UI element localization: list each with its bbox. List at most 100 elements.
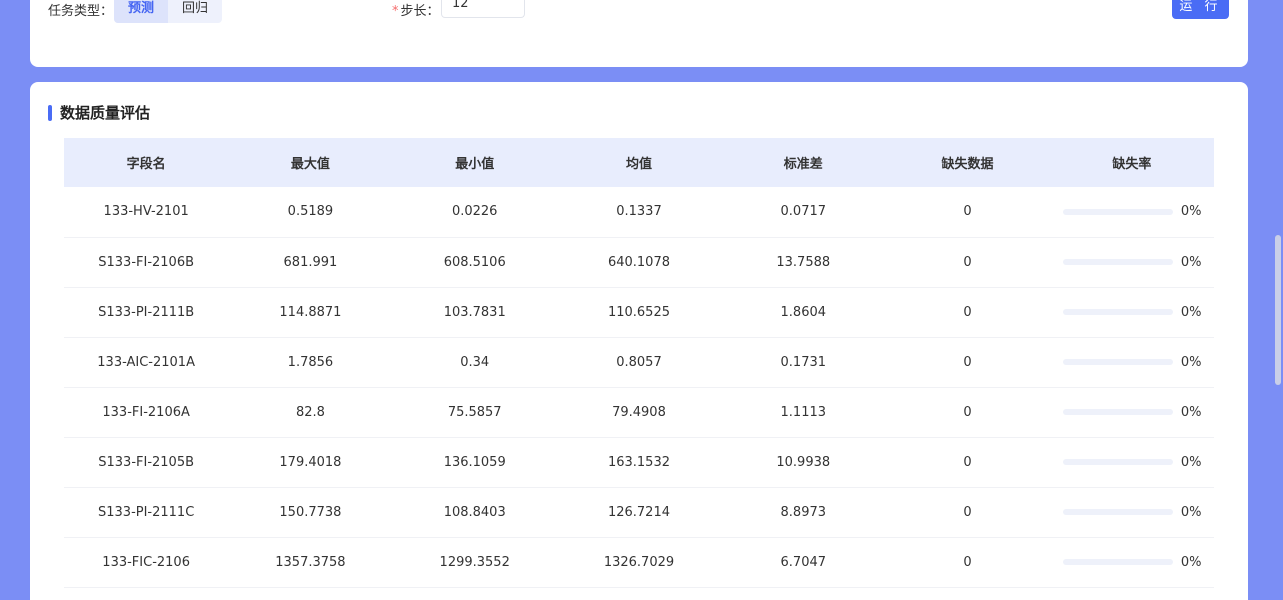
table-row: S133-PI-2111B 114.8871 103.7831 110.6525 1.8… bbox=[64, 287, 1214, 338]
cell-missing-count: 0 bbox=[885, 287, 1050, 338]
missing-rate-text: 0% bbox=[1180, 304, 1202, 320]
missing-rate-progress bbox=[1062, 309, 1173, 315]
cell-min: 1299.3552 bbox=[392, 537, 557, 588]
task-type-option-predict[interactable]: 预测 bbox=[114, 0, 169, 23]
quality-table: 字段名 最大值 最小值 均值 标准差 缺失数据 缺失率 133-HV-2101 0.5189 0… bbox=[64, 138, 1214, 588]
cell-max: 1.7856 bbox=[228, 337, 393, 388]
missing-rate-text: 0% bbox=[1180, 254, 1202, 270]
cell-min: 0.0226 bbox=[392, 187, 557, 238]
missing-rate-text: 0% bbox=[1180, 204, 1202, 220]
cell-field-name: S133-PI-2111B bbox=[64, 287, 229, 338]
column-header-missing-rate: 缺失率 bbox=[1049, 138, 1214, 187]
cell-missing-rate: 0% bbox=[1049, 537, 1214, 588]
table-row: S133-FI-2106B 681.991 608.5106 640.1078 13.7… bbox=[64, 237, 1214, 288]
cell-std: 0.1731 bbox=[721, 337, 886, 388]
cell-max: 150.7738 bbox=[228, 487, 393, 538]
cell-missing-count: 0 bbox=[885, 337, 1050, 388]
section-title-text: 数据质量评估 bbox=[60, 104, 151, 122]
cell-field-name: 133-FIC-2106 bbox=[64, 537, 229, 588]
cell-max: 82.8 bbox=[228, 387, 393, 438]
cell-std: 0.0717 bbox=[721, 187, 886, 238]
cell-std: 8.8973 bbox=[721, 487, 886, 538]
missing-rate-text: 0% bbox=[1180, 554, 1202, 570]
table-row: 133-FIC-2106 1357.3758 1299.3552 1326.7029 6… bbox=[64, 537, 1214, 588]
cell-missing-count: 0 bbox=[885, 237, 1050, 288]
missing-rate-progress bbox=[1062, 559, 1173, 565]
cell-min: 103.7831 bbox=[392, 287, 557, 338]
cell-mean: 126.7214 bbox=[556, 487, 722, 538]
task-type-option-regression[interactable]: 回归 bbox=[168, 0, 222, 23]
cell-std: 6.7047 bbox=[721, 537, 886, 588]
missing-rate-progress bbox=[1062, 259, 1173, 265]
cell-mean: 0.1337 bbox=[556, 187, 722, 238]
cell-min: 0.34 bbox=[392, 337, 557, 388]
step-label: * 步长： bbox=[392, 4, 440, 19]
cell-std: 1.8604 bbox=[721, 287, 886, 338]
page-scrollbar[interactable] bbox=[1275, 235, 1281, 385]
data-quality-card: 数据质量评估 字段名 最大值 最小值 均值 标准差 缺失数据 缺失率 133-HV-2101… bbox=[30, 82, 1248, 600]
task-type-segmented: 预测 回归 bbox=[114, 0, 223, 23]
cell-mean: 163.1532 bbox=[556, 437, 722, 488]
cell-missing-count: 0 bbox=[885, 387, 1050, 438]
column-header-mean: 均值 bbox=[556, 138, 722, 187]
table-row: 133-AIC-2101A 1.7856 0.34 0.8057 0.1731 0 0% bbox=[64, 337, 1214, 388]
cell-missing-rate: 0% bbox=[1049, 387, 1214, 438]
cell-missing-count: 0 bbox=[885, 437, 1050, 488]
section-title: 数据质量评估 bbox=[48, 102, 150, 123]
cell-max: 1357.3758 bbox=[228, 537, 393, 588]
cell-min: 136.1059 bbox=[392, 437, 557, 488]
cell-min: 75.5857 bbox=[392, 387, 557, 438]
cell-missing-count: 0 bbox=[885, 537, 1050, 588]
cell-mean: 0.8057 bbox=[556, 337, 722, 388]
cell-missing-count: 0 bbox=[885, 187, 1050, 238]
missing-rate-progress bbox=[1062, 208, 1173, 215]
cell-max: 0.5189 bbox=[228, 187, 393, 238]
missing-rate-progress bbox=[1062, 409, 1173, 415]
cell-missing-count: 0 bbox=[885, 487, 1050, 538]
cell-max: 114.8871 bbox=[228, 287, 393, 338]
cell-field-name: 133-HV-2101 bbox=[64, 187, 229, 238]
table-row: 133-FI-2106A 82.8 75.5857 79.4908 1.1113 0 0% bbox=[64, 387, 1214, 438]
cell-mean: 640.1078 bbox=[556, 237, 722, 288]
task-type-label: 任务类型： bbox=[48, 4, 114, 19]
cell-std: 10.9938 bbox=[721, 437, 886, 488]
cell-field-name: S133-PI-2111C bbox=[64, 487, 229, 538]
cell-max: 681.991 bbox=[228, 237, 393, 288]
missing-rate-text: 0% bbox=[1180, 404, 1202, 420]
table-row: S133-FI-2105B 179.4018 136.1059 163.1532 10.… bbox=[64, 437, 1214, 488]
cell-missing-rate: 0% bbox=[1049, 337, 1214, 388]
missing-rate-text: 0% bbox=[1180, 504, 1202, 520]
cell-std: 1.1113 bbox=[721, 387, 886, 438]
column-header-missing-count: 缺失数据 bbox=[885, 138, 1050, 187]
missing-rate-progress bbox=[1062, 509, 1173, 515]
missing-rate-text: 0% bbox=[1180, 354, 1202, 370]
column-header-std: 标准差 bbox=[721, 138, 886, 187]
run-button[interactable]: 运 行 bbox=[1172, 0, 1229, 19]
cell-missing-rate: 0% bbox=[1049, 237, 1214, 288]
cell-missing-rate: 0% bbox=[1049, 187, 1214, 238]
cell-mean: 79.4908 bbox=[556, 387, 722, 438]
missing-rate-text: 0% bbox=[1180, 454, 1202, 470]
missing-rate-progress bbox=[1062, 459, 1173, 465]
table-row: 133-HV-2101 0.5189 0.0226 0.1337 0.0717 0 0% bbox=[64, 187, 1214, 238]
cell-field-name: 133-AIC-2101A bbox=[64, 337, 229, 388]
cell-mean: 110.6525 bbox=[556, 287, 722, 338]
cell-min: 108.8403 bbox=[392, 487, 557, 538]
cell-missing-rate: 0% bbox=[1049, 287, 1214, 338]
cell-max: 179.4018 bbox=[228, 437, 393, 488]
cell-field-name: S133-FI-2106B bbox=[64, 237, 229, 288]
cell-mean: 1326.7029 bbox=[556, 537, 722, 588]
step-input[interactable] bbox=[441, 0, 525, 18]
column-header-min: 最小值 bbox=[392, 138, 557, 187]
cell-field-name: 133-FI-2106A bbox=[64, 387, 229, 438]
missing-rate-progress bbox=[1062, 359, 1173, 365]
required-star-icon: * bbox=[392, 4, 399, 19]
quality-table-wrapper: 字段名 最大值 最小值 均值 标准差 缺失数据 缺失率 133-HV-2101 0.5189 0… bbox=[64, 138, 1214, 588]
table-row: S133-PI-2111C 150.7738 108.8403 126.7214 8.8… bbox=[64, 487, 1214, 538]
column-header-field-name: 字段名 bbox=[64, 138, 229, 187]
cell-field-name: S133-FI-2105B bbox=[64, 437, 229, 488]
cell-missing-rate: 0% bbox=[1049, 437, 1214, 488]
cell-min: 608.5106 bbox=[392, 237, 557, 288]
column-header-max: 最大值 bbox=[228, 138, 393, 187]
cell-std: 13.7588 bbox=[721, 237, 886, 288]
